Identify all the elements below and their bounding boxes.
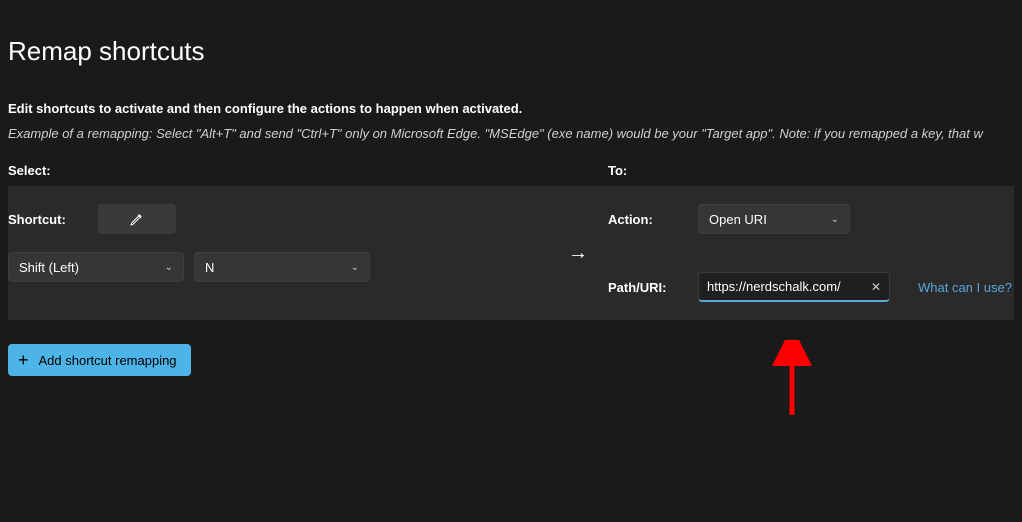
- key1-dropdown[interactable]: Shift (Left) ⌄: [8, 252, 184, 282]
- action-value: Open URI: [709, 212, 767, 227]
- clear-input-icon[interactable]: ✕: [867, 278, 885, 296]
- example-text: Example of a remapping: Select "Alt+T" a…: [8, 126, 1014, 141]
- key1-value: Shift (Left): [19, 260, 79, 275]
- shortcut-label: Shortcut:: [8, 212, 80, 227]
- pencil-icon: [129, 211, 145, 227]
- edit-shortcut-button[interactable]: [98, 204, 176, 234]
- what-can-i-use-link[interactable]: What can I use?: [918, 280, 1012, 295]
- remapping-row: Select: To: Shortcut: Shift (Left) ⌄: [8, 163, 1014, 320]
- select-header: Select:: [8, 163, 608, 178]
- page-title: Remap shortcuts: [8, 36, 1014, 67]
- key2-value: N: [205, 260, 214, 275]
- action-dropdown[interactable]: Open URI ⌄: [698, 204, 850, 234]
- chevron-down-icon: ⌄: [831, 214, 839, 225]
- chevron-down-icon: ⌄: [165, 262, 173, 273]
- page-description: Edit shortcuts to activate and then conf…: [8, 101, 1014, 116]
- path-uri-label: Path/URI:: [608, 280, 680, 295]
- to-header: To:: [608, 163, 1014, 178]
- plus-icon: +: [18, 350, 29, 371]
- path-uri-input[interactable]: [707, 279, 863, 294]
- arrow-icon: →: [548, 198, 608, 308]
- key2-dropdown[interactable]: N ⌄: [194, 252, 370, 282]
- add-button-label: Add shortcut remapping: [39, 353, 177, 368]
- action-label: Action:: [608, 212, 680, 227]
- add-shortcut-remapping-button[interactable]: + Add shortcut remapping: [8, 344, 191, 376]
- chevron-down-icon: ⌄: [351, 262, 359, 273]
- path-uri-input-container: ✕: [698, 272, 890, 302]
